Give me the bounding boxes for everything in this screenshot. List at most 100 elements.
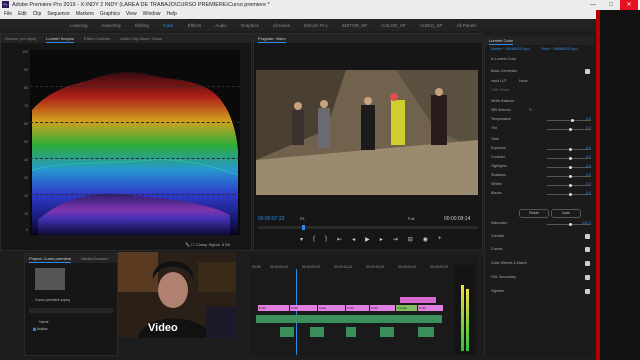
shadows-value[interactable]: 0.0 [586, 173, 591, 177]
input-lut-select[interactable]: None [519, 79, 528, 83]
export-frame-icon[interactable]: ◉ [423, 236, 428, 243]
audio-clip[interactable] [280, 327, 294, 337]
clip-v1[interactable]: Cubo [370, 305, 395, 311]
vignette-checkbox[interactable] [585, 289, 590, 294]
monitor-scrubber[interactable] [258, 225, 478, 230]
workspace-tab[interactable]: Edición Pr.x [304, 23, 328, 28]
playhead[interactable] [302, 225, 305, 230]
highlights-knob[interactable] [569, 165, 572, 169]
basic-correction-header[interactable]: Basic Correction [491, 69, 590, 74]
exposure-value[interactable]: 0.0 [586, 146, 591, 150]
clip-label[interactable]: Video * 98B80020.mp4 [541, 47, 580, 51]
workspace-tab[interactable]: Effects [188, 23, 202, 28]
audio-track-a1[interactable] [256, 315, 442, 323]
color-wheels-checkbox[interactable] [585, 261, 590, 266]
name-column-header[interactable]: Name [39, 320, 49, 324]
tab-program[interactable]: Program: Video [258, 34, 286, 43]
tab-project[interactable]: Project: Curso premiere [29, 254, 72, 263]
shadows-slider[interactable] [547, 174, 591, 178]
hsl-checkbox[interactable] [585, 275, 590, 280]
program-video-frame[interactable] [256, 70, 478, 195]
tone-header[interactable]: Tone [491, 137, 580, 141]
project-search[interactable] [29, 308, 113, 313]
workspace-tab[interactable]: Graphics [241, 23, 259, 28]
tab-lumetri-color[interactable]: Lumetri Color [489, 36, 514, 45]
step-forward-icon[interactable]: ▸ [380, 236, 383, 243]
mark-out-icon[interactable]: } [325, 236, 327, 243]
menu-window[interactable]: Window [143, 10, 161, 19]
wrench-icon[interactable]: 🔧 [185, 242, 190, 247]
timeline-ruler[interactable]: 00:00 00:00:04:23 00:00:09:23 00:00:14:2… [250, 265, 478, 273]
tab-source[interactable]: Source: (no clips) [5, 34, 36, 43]
temperature-value[interactable]: 0.0 [586, 117, 591, 121]
mark-in-icon[interactable]: { [313, 236, 315, 243]
creative-checkbox[interactable] [585, 234, 590, 239]
workspace-tab-color[interactable]: Color [163, 23, 174, 28]
blacks-knob[interactable] [569, 192, 572, 196]
audio-clip[interactable] [380, 327, 394, 337]
add-marker-icon[interactable]: ▾ [300, 236, 303, 243]
go-to-in-icon[interactable]: ⇤ [337, 236, 342, 243]
audio-clip[interactable] [418, 327, 434, 337]
menu-sequence[interactable]: Sequence [47, 10, 70, 19]
workspace-tab[interactable]: Editing [135, 23, 149, 28]
basic-correction-checkbox[interactable] [585, 69, 590, 74]
tab-lumetri-scopes[interactable]: Lumetri Scopes [46, 34, 74, 43]
close-button[interactable]: ✕ [620, 0, 638, 10]
menu-edit[interactable]: Edit [18, 10, 27, 19]
temperature-knob[interactable] [571, 118, 575, 122]
shadows-knob[interactable] [569, 174, 572, 178]
clip-v1[interactable]: Cubo [258, 305, 289, 311]
tab-media-browser[interactable]: Media Browser [81, 254, 108, 263]
clip-v1[interactable]: Cubo [290, 305, 317, 311]
workspace-tab[interactable]: COLOR_SP [381, 23, 406, 28]
bit-depth-select[interactable]: 8 Bit [222, 242, 230, 247]
workspace-tab[interactable]: Libraries [273, 23, 290, 28]
workspace-tab[interactable]: Audio [215, 23, 227, 28]
section-curves[interactable]: Curves [491, 247, 590, 252]
auto-button[interactable]: Auto [551, 209, 581, 218]
workspace-tab[interactable]: AUDIO_SP [420, 23, 443, 28]
maximize-button[interactable]: □ [602, 0, 620, 10]
audio-clip[interactable] [346, 327, 356, 337]
blacks-value[interactable]: 0.0 [586, 191, 591, 195]
highlights-slider[interactable] [547, 165, 591, 169]
exposure-slider[interactable] [547, 147, 591, 151]
go-to-out-icon[interactable]: ⇥ [393, 236, 398, 243]
whites-slider[interactable] [547, 183, 591, 187]
step-back-icon[interactable]: ◂ [352, 236, 355, 243]
minimize-button[interactable]: — [584, 0, 602, 10]
workspace-tab[interactable]: All Panels [457, 23, 477, 28]
lift-icon[interactable]: ⊟ [408, 236, 413, 243]
menu-file[interactable]: File [4, 10, 12, 19]
section-hsl-secondary[interactable]: HSL Secondary [491, 275, 590, 280]
temperature-slider[interactable] [547, 118, 591, 122]
section-color-wheels[interactable]: Color Wheels & Match [491, 261, 590, 266]
fit-select[interactable]: Fit [300, 216, 304, 221]
tint-value[interactable]: 0.0 [586, 126, 591, 130]
audio-clip[interactable] [310, 327, 324, 337]
timeline-playhead[interactable] [296, 269, 297, 355]
workspace-tab[interactable]: EDITOR_SP [342, 23, 367, 28]
white-balance-header[interactable]: White Balance [491, 99, 580, 103]
quality-select[interactable]: Full [408, 216, 414, 221]
menu-markers[interactable]: Markers [76, 10, 94, 19]
menu-help[interactable]: Help [166, 10, 176, 19]
section-creative[interactable]: Creative [491, 234, 590, 239]
saturation-value[interactable]: 100.0 [582, 221, 591, 225]
curves-checkbox[interactable] [585, 247, 590, 252]
tint-knob[interactable] [569, 127, 572, 131]
contrast-knob[interactable] [569, 156, 572, 160]
tint-slider[interactable] [547, 127, 591, 131]
tab-audio-clip-mixer[interactable]: Audio Clip Mixer: Curso [120, 34, 162, 43]
workspace-tab[interactable]: Learning [70, 23, 88, 28]
eyedropper-icon[interactable]: ✎ [529, 108, 532, 112]
contrast-slider[interactable] [547, 156, 591, 160]
whites-knob[interactable] [569, 183, 572, 187]
current-timecode[interactable]: 00:00:07:22 [258, 216, 284, 222]
project-item-audios[interactable]: ▆ Audios [33, 327, 48, 331]
menu-graphics[interactable]: Graphics [100, 10, 120, 19]
clip-v1[interactable]: Cubo [418, 305, 443, 311]
menu-view[interactable]: View [126, 10, 137, 19]
clip-v1[interactable]: Cubo [346, 305, 369, 311]
